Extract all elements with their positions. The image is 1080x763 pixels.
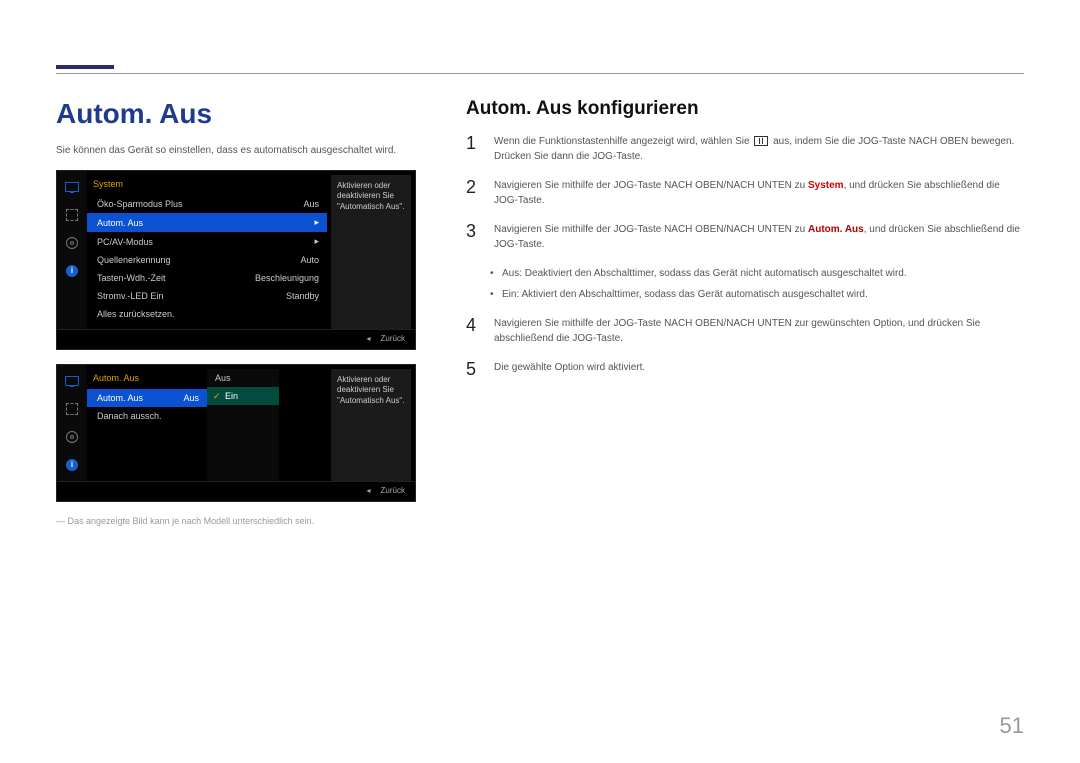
dropdown-option-active: Ein	[207, 387, 279, 405]
gear-icon	[64, 429, 80, 445]
section-subtitle: Autom. Aus konfigurieren	[466, 98, 1024, 120]
osd-sidebar: i	[57, 171, 87, 329]
frame-icon	[64, 207, 80, 223]
step-body: Navigieren Sie mithilfe der JOG-Taste NA…	[494, 316, 1024, 346]
step-number: 5	[466, 360, 480, 378]
back-arrow-icon	[367, 334, 375, 343]
page-number: 51	[1000, 713, 1024, 739]
step-body: Navigieren Sie mithilfe der JOG-Taste NA…	[494, 222, 1024, 252]
osd-menu-title: Autom. Aus	[87, 369, 207, 389]
osd-footer: Zurück	[57, 329, 415, 349]
step-body: Wenn die Funktionstastenhilfe angezeigt …	[494, 134, 1024, 164]
osd-footer: Zurück	[57, 481, 415, 501]
info-icon: i	[64, 457, 80, 473]
osd-screenshot-autom-aus: i Autom. Aus Autom. AusAus Danach aussch…	[56, 364, 416, 502]
step-5: 5 Die gewählte Option wird aktiviert.	[466, 360, 1024, 378]
step-number: 1	[466, 134, 480, 164]
footnote: Das angezeigte Bild kann je nach Modell …	[56, 516, 426, 526]
osd-row: Stromv.-LED EinStandby	[87, 287, 327, 305]
osd-screenshot-system: i System Öko-Sparmodus PlusAus Autom. Au…	[56, 170, 416, 350]
step-body: Die gewählte Option wird aktiviert.	[494, 360, 1024, 378]
monitor-icon	[64, 373, 80, 389]
step-number: 2	[466, 178, 480, 208]
left-column: Autom. Aus Sie können das Gerät so einst…	[56, 98, 426, 526]
step-number: 3	[466, 222, 480, 252]
osd-row: Alles zurücksetzen.	[87, 305, 327, 323]
monitor-icon	[64, 179, 80, 195]
step-number: 4	[466, 316, 480, 346]
osd-back-label: Zurück	[381, 334, 405, 343]
osd-row: PC/AV-Modus	[87, 232, 327, 251]
osd-row: Tasten-Wdh.-ZeitBeschleunigung	[87, 269, 327, 287]
right-column: Autom. Aus konfigurieren 1 Wenn die Funk…	[466, 98, 1024, 526]
page-title: Autom. Aus	[56, 98, 426, 130]
dropdown-option: Aus	[207, 369, 279, 387]
options-list: Aus: Deaktiviert den Abschalttimer, soda…	[490, 266, 1024, 302]
list-item: Aus: Deaktiviert den Abschalttimer, soda…	[490, 266, 1024, 281]
back-arrow-icon	[367, 486, 375, 495]
menu-icon	[754, 136, 768, 146]
intro-text: Sie können das Gerät so einstellen, dass…	[56, 144, 426, 158]
step-1: 1 Wenn die Funktionstastenhilfe angezeig…	[466, 134, 1024, 164]
step-4: 4 Navigieren Sie mithilfe der JOG-Taste …	[466, 316, 1024, 346]
osd-menu: System Öko-Sparmodus PlusAus Autom. Aus …	[87, 175, 327, 329]
osd-row: Öko-Sparmodus PlusAus	[87, 195, 327, 213]
step-3: 3 Navigieren Sie mithilfe der JOG-Taste …	[466, 222, 1024, 252]
osd-row: QuellenerkennungAuto	[87, 251, 327, 269]
osd-sidebar: i	[57, 365, 87, 481]
osd-row-selected: Autom. Aus	[87, 213, 327, 232]
osd-menu: Autom. Aus Autom. AusAus Danach aussch.	[87, 369, 207, 481]
gear-icon	[64, 235, 80, 251]
osd-tooltip: Aktivieren oder deaktivieren Sie "Automa…	[331, 175, 411, 329]
list-item: Ein: Aktiviert den Abschalttimer, sodass…	[490, 287, 1024, 302]
osd-tooltip: Aktivieren oder deaktivieren Sie "Automa…	[331, 369, 411, 481]
osd-row-selected: Autom. AusAus	[87, 389, 207, 407]
osd-row: Danach aussch.	[87, 407, 207, 425]
osd-menu-title: System	[87, 175, 327, 195]
info-icon: i	[64, 263, 80, 279]
osd-back-label: Zurück	[381, 486, 405, 495]
step-2: 2 Navigieren Sie mithilfe der JOG-Taste …	[466, 178, 1024, 208]
step-body: Navigieren Sie mithilfe der JOG-Taste NA…	[494, 178, 1024, 208]
header-rule	[56, 56, 1024, 74]
frame-icon	[64, 401, 80, 417]
osd-dropdown: Aus Ein	[207, 369, 279, 481]
